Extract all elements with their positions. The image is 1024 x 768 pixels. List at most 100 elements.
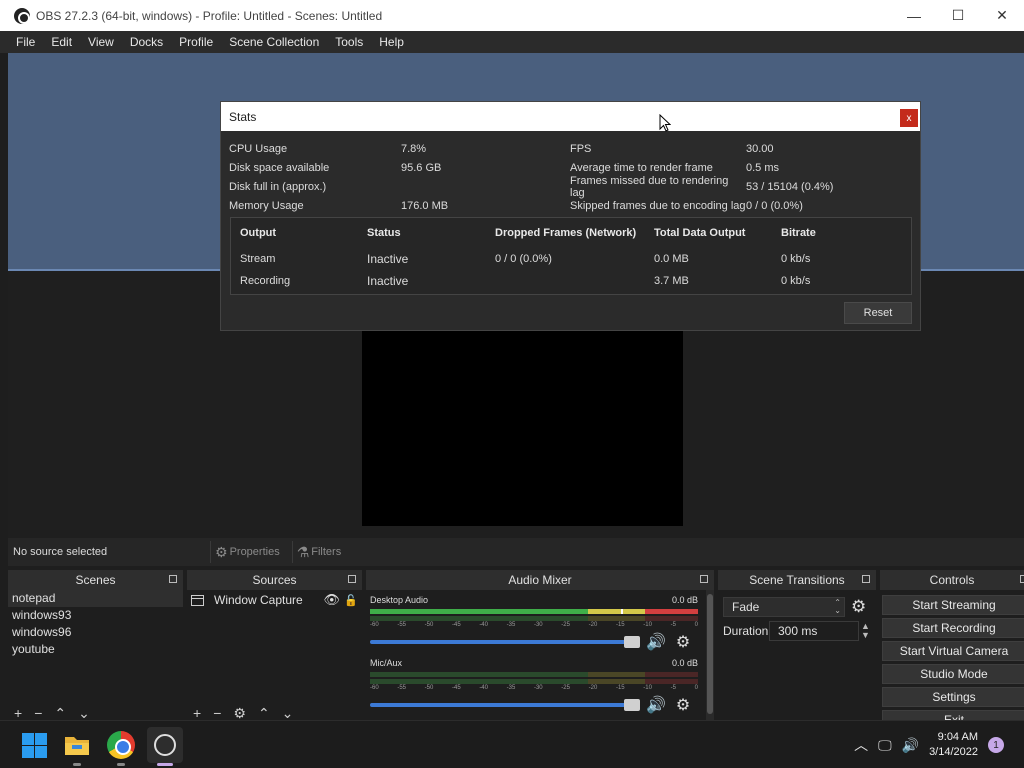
stat-value: 0.5 ms	[746, 161, 780, 174]
move-up-icon[interactable]: ⌃	[258, 706, 270, 720]
start-streaming-button[interactable]: Start Streaming	[882, 595, 1024, 615]
scene-transitions-header: Scene Transitions	[718, 570, 876, 590]
scenes-title: Scenes	[75, 573, 116, 587]
move-down-icon[interactable]: ⌄	[282, 706, 294, 720]
gear-icon[interactable]: ⚙	[676, 632, 690, 652]
meter-scale: -60 -55 -50 -45 -40 -35 -30 -25 -20 -15 …	[370, 622, 698, 630]
scene-item[interactable]: youtube	[8, 641, 183, 658]
duration-spinner-icon[interactable]: ▲ ▼	[861, 622, 870, 640]
move-up-icon[interactable]: ⌃	[54, 706, 66, 720]
move-down-icon[interactable]: ⌄	[78, 706, 90, 720]
menu-help[interactable]: Help	[371, 31, 412, 53]
controls-body: Start Streaming Start Recording Start Vi…	[880, 590, 1024, 720]
output-total: 0.0 MB	[654, 253, 689, 265]
scale-tick: -35	[506, 685, 516, 691]
clock-date: 3/14/2022	[929, 746, 978, 758]
visibility-eye-icon[interactable]: 👁	[323, 592, 340, 608]
scale-tick: -45	[451, 622, 461, 628]
output-bitrate: 0 kb/s	[781, 275, 811, 287]
scale-tick: -40	[479, 622, 488, 628]
reset-button[interactable]: Reset	[844, 302, 912, 324]
slider-handle[interactable]	[624, 699, 640, 711]
undock-icon[interactable]	[700, 575, 708, 583]
undock-icon[interactable]	[348, 575, 356, 583]
scrollbar-thumb[interactable]	[707, 594, 713, 714]
source-item[interactable]: Window Capture 👁 🔓	[187, 590, 362, 610]
output-stats-box: Output Status Dropped Frames (Network) T…	[230, 217, 912, 295]
menu-profile[interactable]: Profile	[171, 31, 221, 53]
properties-button[interactable]: ⚙ Properties	[210, 541, 284, 563]
window-controls: — ☐ ✕	[892, 0, 1024, 31]
scale-tick: -60	[370, 622, 379, 628]
scene-item[interactable]: windows96	[8, 624, 183, 641]
start-virtual-camera-button[interactable]: Start Virtual Camera	[882, 641, 1024, 661]
menu-docks[interactable]: Docks	[122, 31, 171, 53]
meter-scale: -60 -55 -50 -45 -40 -35 -30 -25 -20 -15 …	[370, 685, 698, 693]
mixer-scrollbar[interactable]	[706, 590, 714, 720]
scene-transitions-title: Scene Transitions	[749, 573, 845, 587]
filters-button[interactable]: ⚗ Filters	[291, 541, 346, 563]
scene-item[interactable]: windows93	[8, 607, 183, 624]
settings-button[interactable]: Settings	[882, 687, 1024, 707]
gear-icon[interactable]: ⚙	[676, 695, 690, 715]
add-icon[interactable]: +	[193, 706, 201, 720]
menu-tools[interactable]: Tools	[327, 31, 371, 53]
remove-icon[interactable]: −	[34, 706, 42, 720]
output-name: Stream	[240, 253, 276, 265]
volume-meter	[370, 609, 698, 614]
menu-view[interactable]: View	[80, 31, 122, 53]
undock-icon[interactable]	[862, 575, 870, 583]
fader-row: 🔊 ⚙	[370, 693, 698, 717]
clock[interactable]: 9:04 AM 3/14/2022	[929, 730, 978, 760]
duration-input[interactable]: 300 ms	[769, 621, 859, 641]
scale-tick: -35	[506, 622, 516, 628]
gear-icon[interactable]: ⚙	[233, 706, 246, 720]
exit-button[interactable]: Exit	[882, 710, 1024, 720]
volume-meter	[370, 679, 698, 684]
obs-logo-icon	[14, 7, 30, 24]
undock-icon[interactable]	[169, 575, 177, 583]
network-icon[interactable]: 🖵	[878, 737, 892, 754]
audio-mixer-dock: Audio Mixer Desktop Audio 0.0 dB -60 -55…	[366, 570, 714, 720]
obs-taskbar-icon[interactable]	[147, 727, 183, 763]
menu-edit[interactable]: Edit	[43, 31, 80, 53]
start-recording-button[interactable]: Start Recording	[882, 618, 1024, 638]
mixer-body: Desktop Audio 0.0 dB -60 -55 -50 -45 -40…	[366, 590, 714, 720]
menu-file[interactable]: File	[8, 31, 43, 53]
stats-dialog: Stats x CPU Usage 7.8% FPS 30.00 Disk sp…	[220, 101, 921, 331]
preview-canvas[interactable]	[362, 331, 683, 526]
notification-badge[interactable]: 1	[988, 737, 1004, 753]
scale-tick: -25	[561, 685, 570, 691]
volume-slider[interactable]	[370, 699, 640, 711]
lock-icon[interactable]: 🔓	[344, 594, 358, 607]
transition-select[interactable]: Fade ⌃ ⌄	[723, 597, 845, 617]
scene-item[interactable]: notepad	[8, 590, 183, 607]
slider-handle[interactable]	[624, 636, 640, 648]
volume-icon[interactable]: 🔊	[902, 737, 919, 754]
audio-mixer-title: Audio Mixer	[508, 573, 572, 587]
gear-icon[interactable]: ⚙	[851, 597, 866, 617]
maximize-button[interactable]: ☐	[936, 0, 980, 31]
channel-header: Mic/Aux 0.0 dB	[370, 658, 698, 670]
remove-icon[interactable]: −	[213, 706, 221, 720]
volume-slider[interactable]	[370, 636, 640, 648]
scene-list: notepad windows93 windows96 youtube + − …	[8, 590, 183, 720]
file-explorer-icon[interactable]	[63, 731, 91, 759]
add-icon[interactable]: +	[14, 706, 22, 720]
scale-tick: -5	[670, 685, 676, 691]
windows-start-icon[interactable]	[20, 731, 48, 759]
chrome-icon[interactable]	[107, 731, 135, 759]
stats-close-button[interactable]: x	[900, 109, 918, 127]
speaker-icon[interactable]: 🔊	[646, 695, 666, 715]
chevron-up-icon[interactable]: ︿	[854, 735, 868, 755]
studio-mode-button[interactable]: Studio Mode	[882, 664, 1024, 684]
stats-title: Stats	[229, 109, 257, 124]
scale-tick: -50	[424, 622, 434, 628]
menu-scene-collection[interactable]: Scene Collection	[221, 31, 327, 53]
minimize-button[interactable]: —	[892, 0, 936, 31]
close-button[interactable]: ✕	[980, 0, 1024, 31]
no-source-label: No source selected	[13, 546, 108, 558]
undock-icon[interactable]	[1020, 575, 1024, 583]
speaker-icon[interactable]: 🔊	[646, 632, 666, 652]
column-header: Bitrate	[781, 227, 816, 239]
